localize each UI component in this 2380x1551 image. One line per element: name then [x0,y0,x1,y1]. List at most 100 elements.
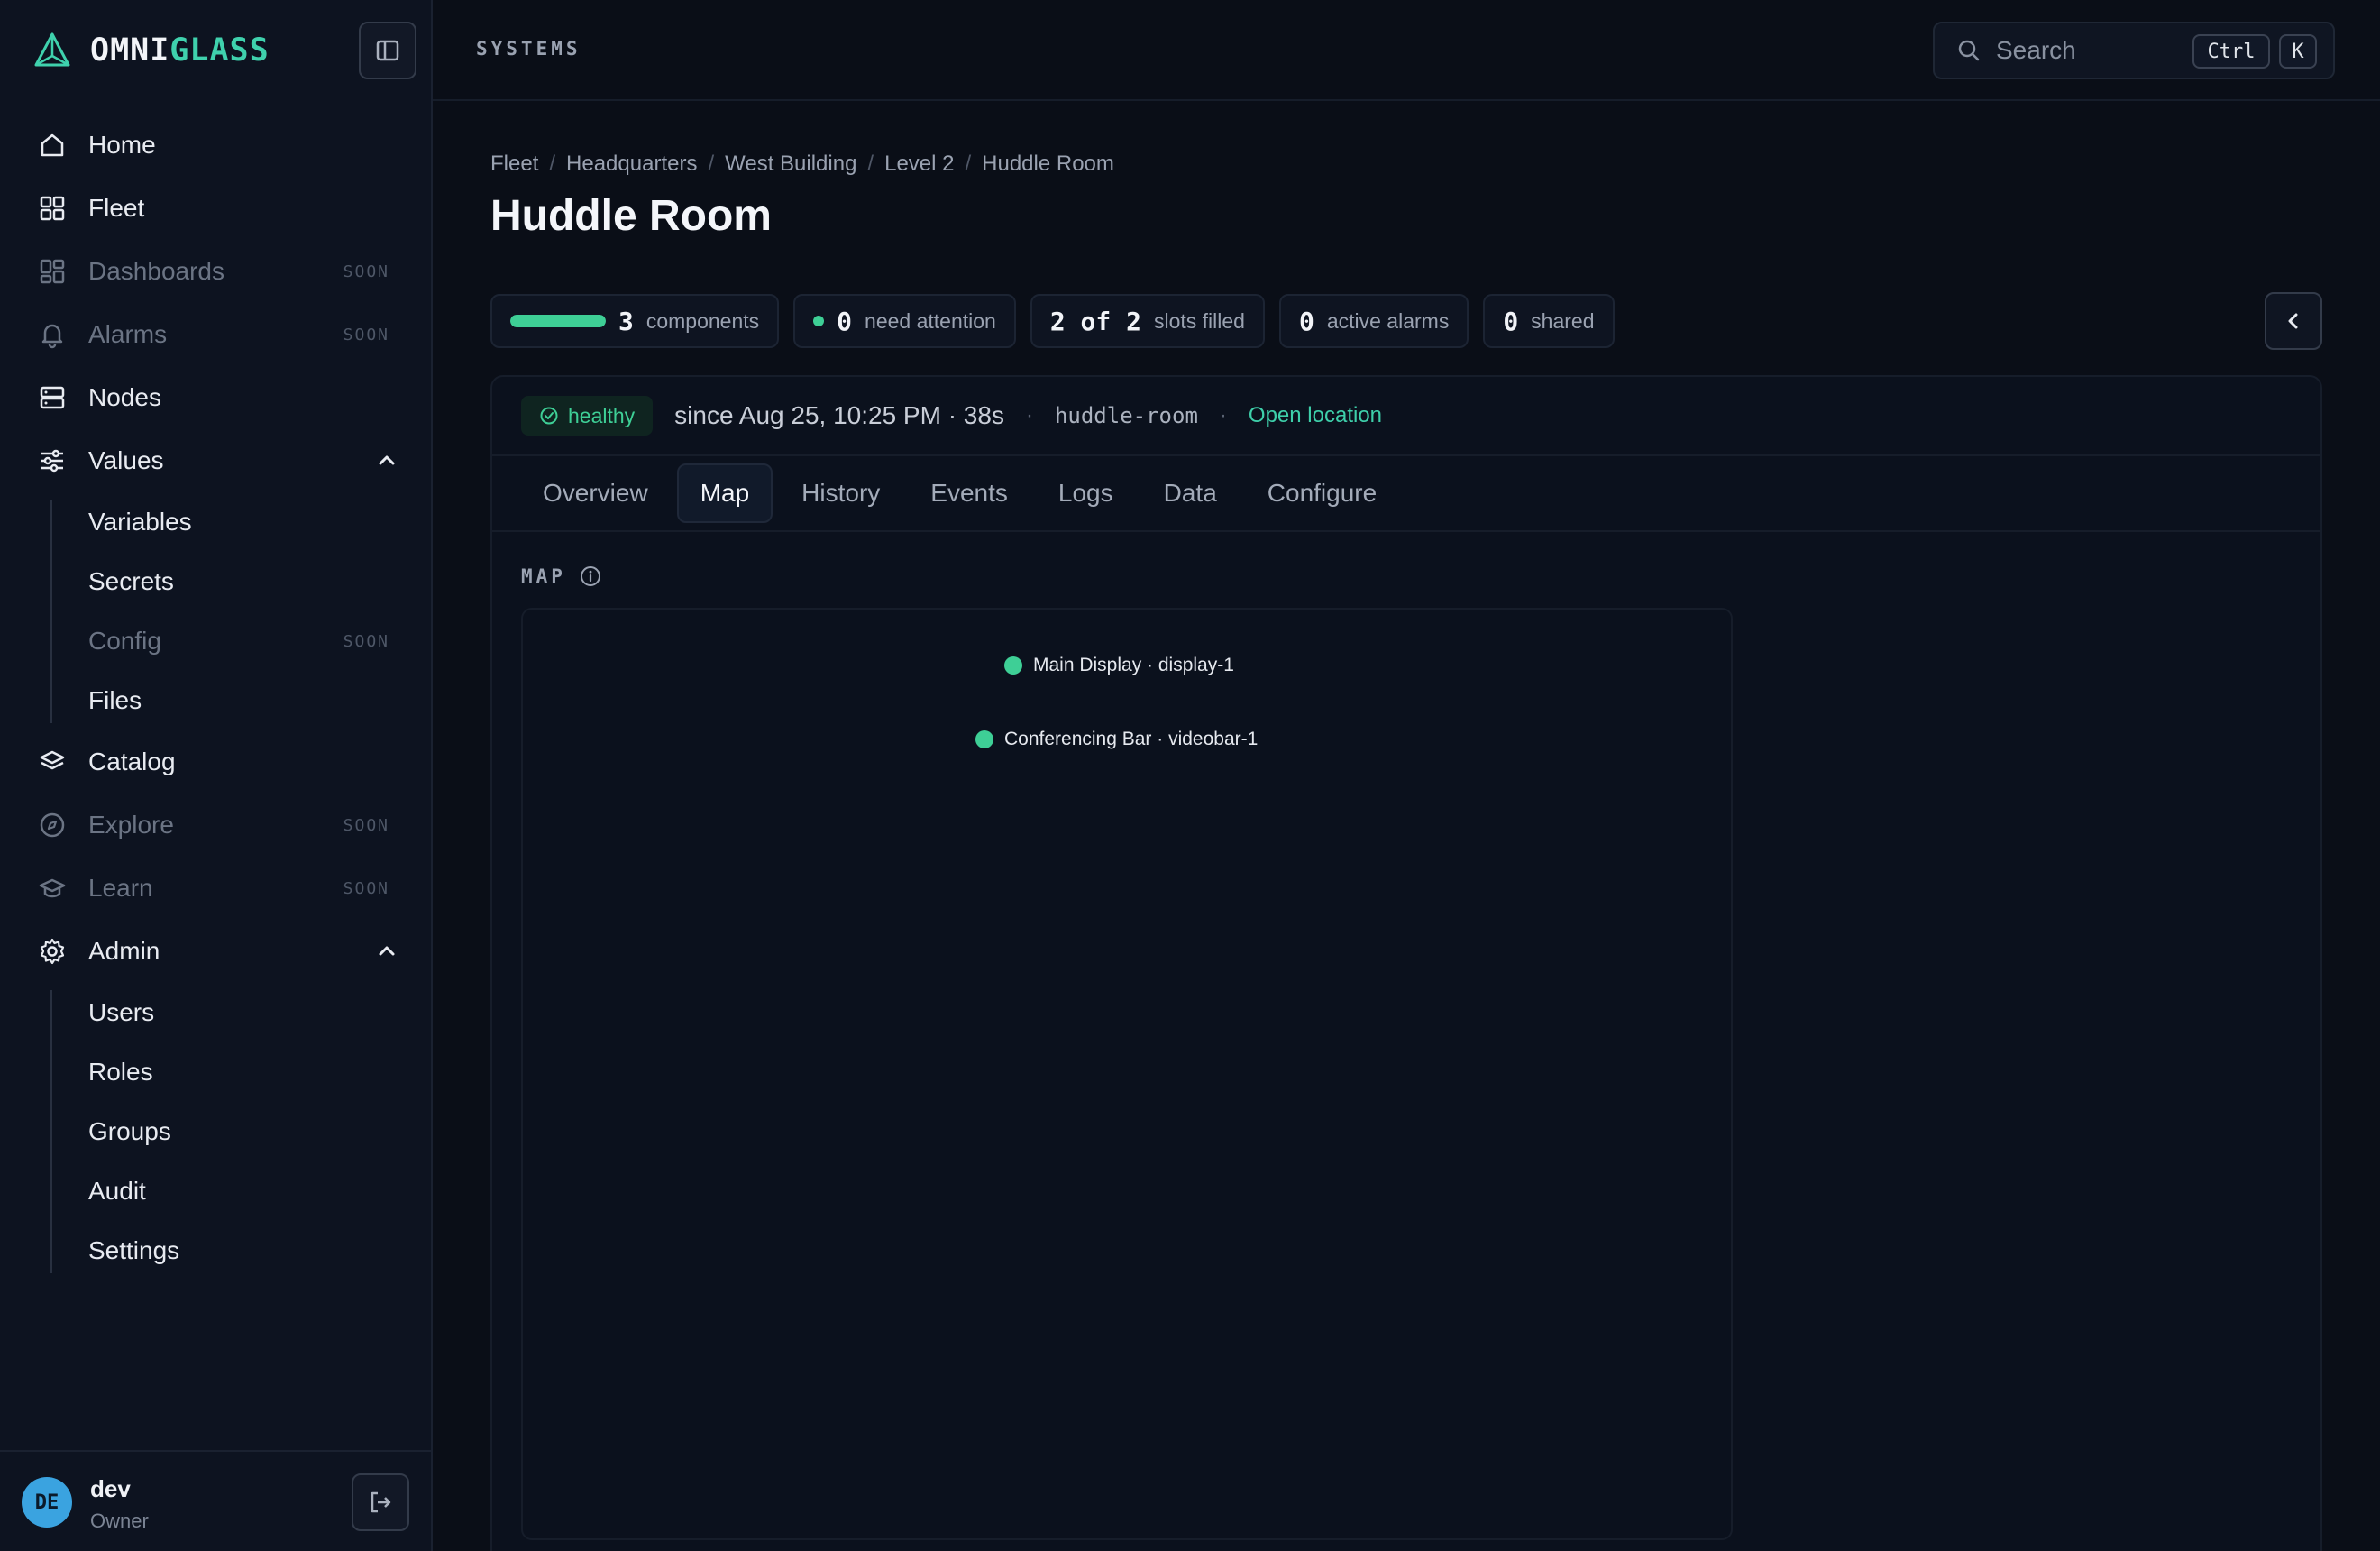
sidebar-subitem-config[interactable]: Config SOON [50,611,433,671]
sidebar-item-explore[interactable]: Explore SOON [0,794,433,857]
map-node[interactable]: Conferencing Bar · videobar-1 [975,729,1258,750]
dashboard-icon [36,255,69,288]
node-status-dot [1004,656,1022,675]
breadcrumb-headquarters[interactable]: Headquarters [566,151,697,177]
breadcrumb-fleet[interactable]: Fleet [490,151,538,177]
sidebar-subitem-roles[interactable]: Roles [50,1042,433,1102]
sidebar-item-label: Fleet [88,194,145,222]
graduation-cap-icon [36,872,69,904]
sidebar-item-label: Dashboards [88,257,224,285]
sidebar-panel-icon [376,40,399,61]
sidebar-subitem-audit[interactable]: Audit [50,1161,433,1221]
stat-components: 3 components [490,294,780,348]
sidebar-toggle-button[interactable] [359,22,416,79]
sidebar-item-home[interactable]: Home [0,114,433,177]
brand-name-accent: GLASS [169,32,270,69]
chevron-up-icon[interactable] [375,449,398,473]
subitem-label: Variables [88,508,192,536]
tab-events[interactable]: Events [909,463,1030,523]
tab-overview[interactable]: Overview [521,463,670,523]
sidebar-item-learn[interactable]: Learn SOON [0,857,433,920]
collapse-panel-button[interactable] [2265,292,2322,350]
app-root: OMNIGLASS Home Fleet Dashboards SOON Ala… [0,0,2380,1551]
sidebar-item-values[interactable]: Values [0,429,433,492]
node-label: Main Display · display-1 [1033,655,1234,675]
admin-subnav: Users Roles Groups Audit Settings [50,983,433,1280]
layers-icon [36,746,69,778]
sidebar-item-label: Alarms [88,320,168,348]
sidebar-item-label: Explore [88,811,174,839]
section-label: SYSTEMS [476,38,581,60]
stat-value: 0 [837,306,853,336]
detail-panel: healthy since Aug 25, 10:25 PM · 38s · h… [490,375,2322,1551]
chevron-up-icon[interactable] [375,940,398,963]
page-title: Huddle Room [490,192,772,240]
home-icon [36,129,69,161]
subitem-label: Users [88,998,155,1026]
grid-icon [36,192,69,225]
location-slug: huddle-room [1054,403,1198,428]
status-since: since Aug 25, 10:25 PM · 38s [674,401,1004,429]
info-icon[interactable] [579,564,602,588]
breadcrumb-west-building[interactable]: West Building [725,151,856,177]
breadcrumb: Fleet / Headquarters / West Building / L… [490,151,1114,177]
breadcrumb-separator: / [549,151,556,176]
sidebar-item-nodes[interactable]: Nodes [0,366,433,429]
tab-configure[interactable]: Configure [1246,463,1398,523]
stat-value: 0 [1298,306,1314,336]
stat-value: 3 [618,306,634,336]
separator-dot: · [1219,403,1227,427]
stat-shared: 0 shared [1483,294,1615,348]
subitem-label: Settings [88,1236,180,1264]
tab-history[interactable]: History [780,463,902,523]
chevron-left-icon [2288,313,2298,329]
sidebar-item-label: Values [88,446,164,474]
avatar[interactable]: DE [22,1477,72,1528]
sidebar-item-admin[interactable]: Admin [0,920,433,983]
breadcrumb-huddle-room: Huddle Room [982,151,1114,176]
sidebar-item-fleet[interactable]: Fleet [0,177,433,240]
sidebar-item-label: Catalog [88,748,176,776]
status-badge: healthy [521,396,654,436]
main-content: Fleet / Headquarters / West Building / L… [433,101,2380,1551]
open-location-link[interactable]: Open location [1249,403,1382,428]
sidebar-item-catalog[interactable]: Catalog [0,730,433,794]
user-role: Owner [90,1510,149,1532]
topbar: SYSTEMS Search Ctrl K [433,0,2380,101]
brand-name: OMNIGLASS [90,32,270,69]
search-icon [1958,40,1980,61]
map-canvas[interactable]: Main Display · display-1 Conferencing Ba… [521,608,1733,1540]
subitem-label: Config [88,627,161,655]
user-name: dev [90,1475,131,1502]
bell-icon [36,318,69,351]
tab-data[interactable]: Data [1142,463,1239,523]
user-bar: DE dev Owner [0,1450,433,1551]
sidebar-item-dashboards[interactable]: Dashboards SOON [0,240,433,303]
subitem-label: Audit [88,1177,146,1205]
sidebar-subitem-groups[interactable]: Groups [50,1102,433,1161]
sidebar-subitem-files[interactable]: Files [50,671,433,730]
breadcrumb-level-2[interactable]: Level 2 [884,151,954,177]
sidebar-item-label: Nodes [88,383,161,411]
stat-alarms: 0 active alarms [1278,294,1469,348]
map-node[interactable]: Main Display · display-1 [1004,655,1234,676]
sidebar-subitem-settings[interactable]: Settings [50,1221,433,1280]
sidebar-item-label: Learn [88,874,153,902]
tab-map[interactable]: Map [676,463,774,523]
sidebar-subitem-variables[interactable]: Variables [50,492,433,552]
brand[interactable]: OMNIGLASS [32,29,270,72]
sidebar-item-alarms[interactable]: Alarms SOON [0,303,433,366]
map-section-label: MAP [521,564,602,588]
search-input[interactable]: Search Ctrl K [1933,22,2335,79]
logout-button[interactable] [352,1473,409,1531]
status-row: healthy since Aug 25, 10:25 PM · 38s · h… [492,377,2320,456]
search-placeholder: Search [1996,36,2076,64]
sidebar-subitem-secrets[interactable]: Secrets [50,552,433,611]
stat-value: 0 [1503,306,1519,336]
breadcrumb-separator: / [867,151,874,176]
breadcrumb-separator: / [708,151,715,176]
node-label: Conferencing Bar · videobar-1 [1004,729,1259,749]
sidebar-subitem-users[interactable]: Users [50,983,433,1042]
tab-logs[interactable]: Logs [1037,463,1135,523]
subitem-label: Groups [88,1117,171,1145]
